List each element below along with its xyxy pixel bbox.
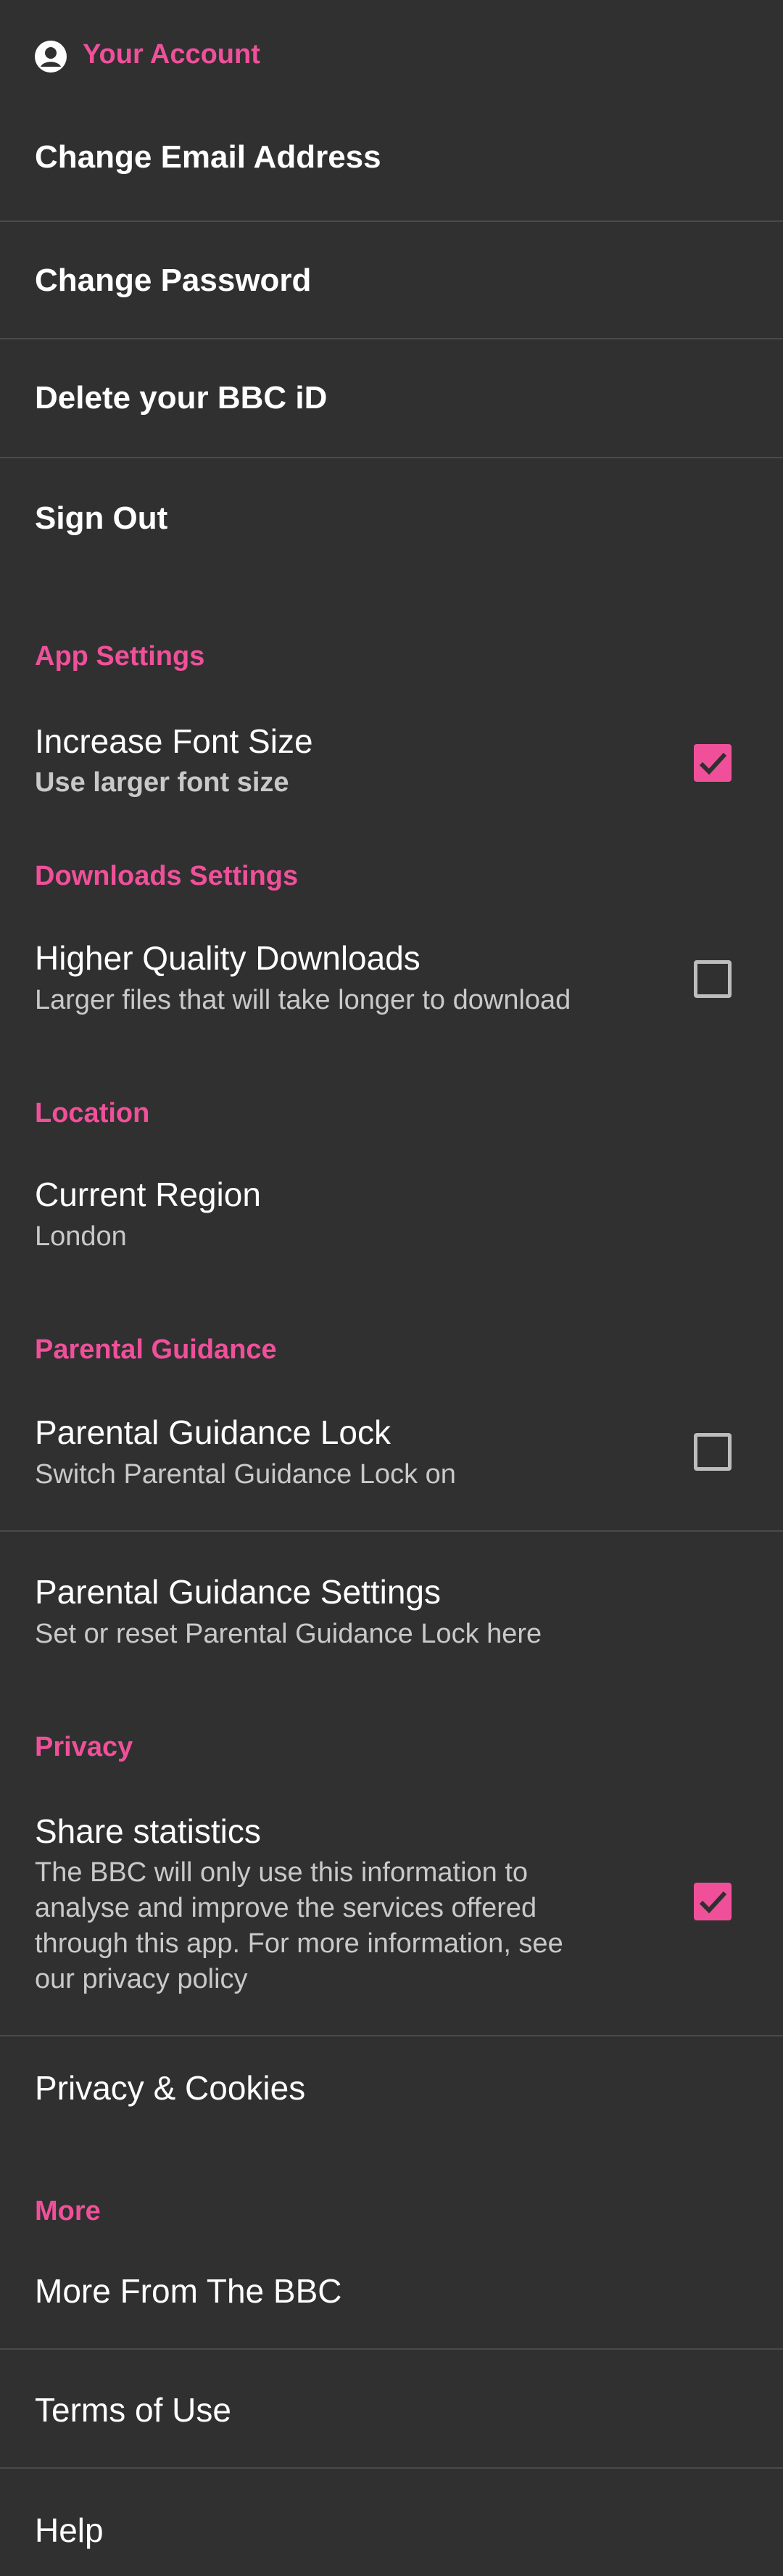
privacy-cookies-row[interactable]: Privacy & Cookies [0,2036,783,2152]
section-header-privacy: Privacy [35,1732,133,1762]
higher-quality-downloads-subtitle: Larger files that will take longer to do… [35,985,571,1015]
help-label: Help [35,2511,104,2549]
parental-guidance-settings-subtitle: Set or reset Parental Guidance Lock here [35,1619,542,1649]
delete-bbc-id-label: Delete your BBC iD [35,380,328,416]
parental-guidance-lock-subtitle: Switch Parental Guidance Lock on [35,1459,456,1490]
parental-guidance-settings-title: Parental Guidance Settings [35,1573,442,1611]
change-password-row[interactable]: Change Password [0,222,783,338]
sign-out-row[interactable]: Sign Out [0,458,783,582]
account-circle-icon [35,41,67,73]
help-row[interactable]: Help [0,2469,783,2576]
current-region-title: Current Region [35,1176,261,1213]
check-icon [699,1891,727,1914]
privacy-cookies-label: Privacy & Cookies [35,2069,306,2107]
check-icon [699,752,727,775]
change-password-label: Change Password [35,263,312,298]
parental-guidance-lock-row[interactable]: Parental Guidance Lock Switch Parental G… [0,1400,783,1530]
higher-quality-downloads-row[interactable]: Higher Quality Downloads Larger files th… [0,928,783,1030]
change-email-row[interactable]: Change Email Address [0,123,783,220]
section-header-app-settings: App Settings [35,641,205,672]
terms-of-use-row[interactable]: Terms of Use [0,2350,783,2467]
higher-quality-downloads-checkbox[interactable] [694,960,732,998]
share-statistics-checkbox[interactable] [694,1883,732,1920]
change-email-label: Change Email Address [35,139,381,175]
section-header-more: More [35,2196,101,2226]
higher-quality-downloads-title: Higher Quality Downloads [35,939,420,977]
section-header-downloads-settings: Downloads Settings [35,861,299,891]
share-statistics-line-1: The BBC will only use this information t… [35,1857,529,1888]
parental-guidance-lock-title: Parental Guidance Lock [35,1413,391,1451]
share-statistics-row[interactable]: Share statistics The BBC will only use t… [0,1799,783,2035]
delete-bbc-id-row[interactable]: Delete your BBC iD [0,339,783,457]
section-header-parental-guidance: Parental Guidance [35,1334,277,1365]
sign-out-label: Sign Out [35,500,168,536]
share-statistics-line-3: through this app. For more information, … [35,1928,563,1959]
section-header-your-account: Your Account [83,39,260,70]
parental-guidance-lock-checkbox[interactable] [694,1433,732,1471]
current-region-value: London [35,1221,127,1252]
current-region-row[interactable]: Current Region London [0,1168,783,1276]
more-from-bbc-row[interactable]: More From The BBC [0,2248,783,2348]
increase-font-size-checkbox[interactable] [694,744,732,782]
more-from-bbc-label: More From The BBC [35,2272,342,2310]
increase-font-size-title: Increase Font Size [35,722,313,760]
increase-font-size-subtitle: Use larger font size [35,767,289,798]
share-statistics-description: The BBC will only use this information t… [35,1855,644,1997]
share-statistics-title: Share statistics [35,1812,261,1850]
share-statistics-line-4: our privacy policy [35,1964,248,1994]
parental-guidance-settings-row[interactable]: Parental Guidance Settings Set or reset … [0,1532,783,1677]
share-statistics-line-2: analyse and improve the services offered [35,1893,537,1923]
increase-font-size-row[interactable]: Increase Font Size Use larger font size [0,711,783,812]
terms-of-use-label: Terms of Use [35,2391,231,2429]
section-header-location: Location [35,1098,150,1128]
